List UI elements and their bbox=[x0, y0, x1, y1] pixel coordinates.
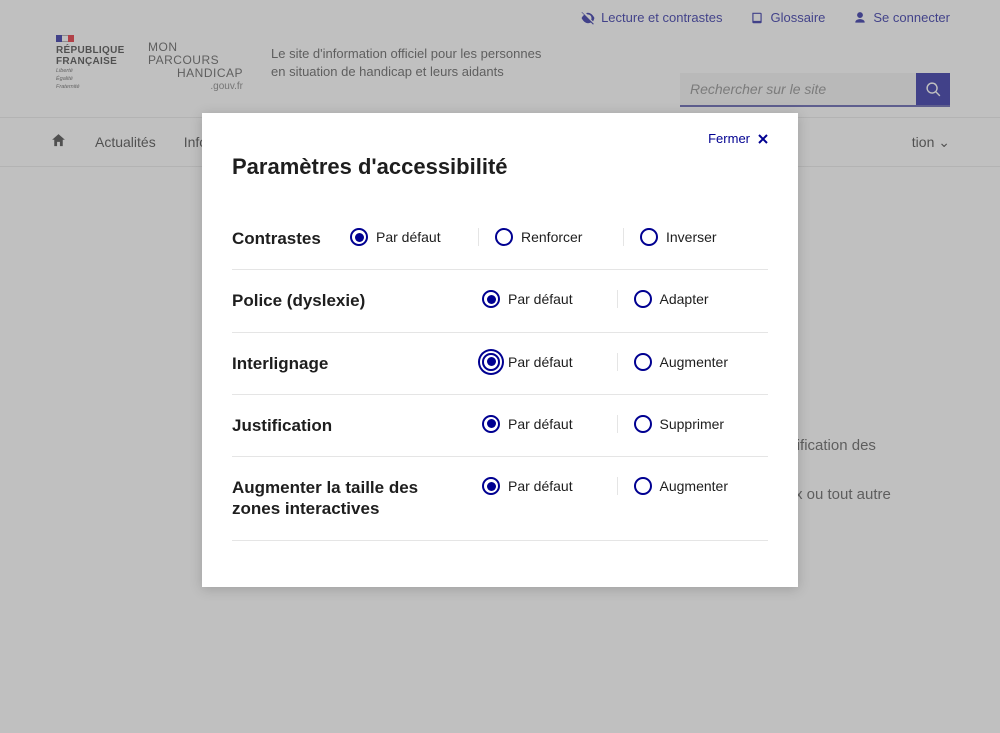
spacing-option-default[interactable]: Par défaut bbox=[482, 353, 617, 371]
radio-icon bbox=[482, 353, 500, 371]
setting-justify: Justification Par défaut Supprimer bbox=[232, 395, 768, 457]
contrast-option-reinforce[interactable]: Renforcer bbox=[478, 228, 623, 246]
font-option-default[interactable]: Par défaut bbox=[482, 290, 617, 308]
setting-zones-label: Augmenter la taille des zones interactiv… bbox=[232, 477, 482, 520]
spacing-option-increase[interactable]: Augmenter bbox=[617, 353, 769, 371]
setting-spacing: Interlignage Par défaut Augmenter bbox=[232, 333, 768, 395]
close-icon bbox=[758, 134, 768, 144]
modal-title: Paramètres d'accessibilité bbox=[232, 154, 768, 180]
option-label: Par défaut bbox=[508, 478, 573, 494]
option-label: Renforcer bbox=[521, 229, 582, 245]
justify-option-default[interactable]: Par défaut bbox=[482, 415, 617, 433]
accessibility-settings-modal: Fermer Paramètres d'accessibilité Contra… bbox=[202, 113, 798, 587]
setting-font: Police (dyslexie) Par défaut Adapter bbox=[232, 270, 768, 332]
radio-icon bbox=[634, 290, 652, 308]
zones-option-default[interactable]: Par défaut bbox=[482, 477, 617, 495]
option-label: Augmenter bbox=[660, 354, 728, 370]
option-label: Par défaut bbox=[508, 354, 573, 370]
option-label: Augmenter bbox=[660, 478, 728, 494]
option-label: Par défaut bbox=[376, 229, 441, 245]
zones-option-increase[interactable]: Augmenter bbox=[617, 477, 769, 495]
option-label: Supprimer bbox=[660, 416, 725, 432]
option-label: Adapter bbox=[660, 291, 709, 307]
contrast-option-default[interactable]: Par défaut bbox=[350, 228, 478, 246]
option-label: Inverser bbox=[666, 229, 717, 245]
radio-icon bbox=[482, 477, 500, 495]
radio-icon bbox=[495, 228, 513, 246]
setting-font-label: Police (dyslexie) bbox=[232, 290, 482, 311]
close-label: Fermer bbox=[708, 131, 750, 146]
font-option-adapt[interactable]: Adapter bbox=[617, 290, 769, 308]
radio-icon bbox=[634, 415, 652, 433]
radio-icon bbox=[482, 290, 500, 308]
setting-zones: Augmenter la taille des zones interactiv… bbox=[232, 457, 768, 541]
setting-contrast: Contrastes Par défaut Renforcer Inverser bbox=[232, 208, 768, 270]
modal-overlay[interactable]: Fermer Paramètres d'accessibilité Contra… bbox=[0, 0, 1000, 733]
option-label: Par défaut bbox=[508, 291, 573, 307]
radio-icon bbox=[634, 477, 652, 495]
radio-icon bbox=[482, 415, 500, 433]
radio-icon bbox=[640, 228, 658, 246]
setting-justify-label: Justification bbox=[232, 415, 482, 436]
justify-option-remove[interactable]: Supprimer bbox=[617, 415, 769, 433]
radio-icon bbox=[634, 353, 652, 371]
option-label: Par défaut bbox=[508, 416, 573, 432]
radio-icon bbox=[350, 228, 368, 246]
setting-contrast-label: Contrastes bbox=[232, 228, 350, 249]
setting-spacing-label: Interlignage bbox=[232, 353, 482, 374]
close-button[interactable]: Fermer bbox=[232, 131, 768, 146]
contrast-option-invert[interactable]: Inverser bbox=[623, 228, 768, 246]
